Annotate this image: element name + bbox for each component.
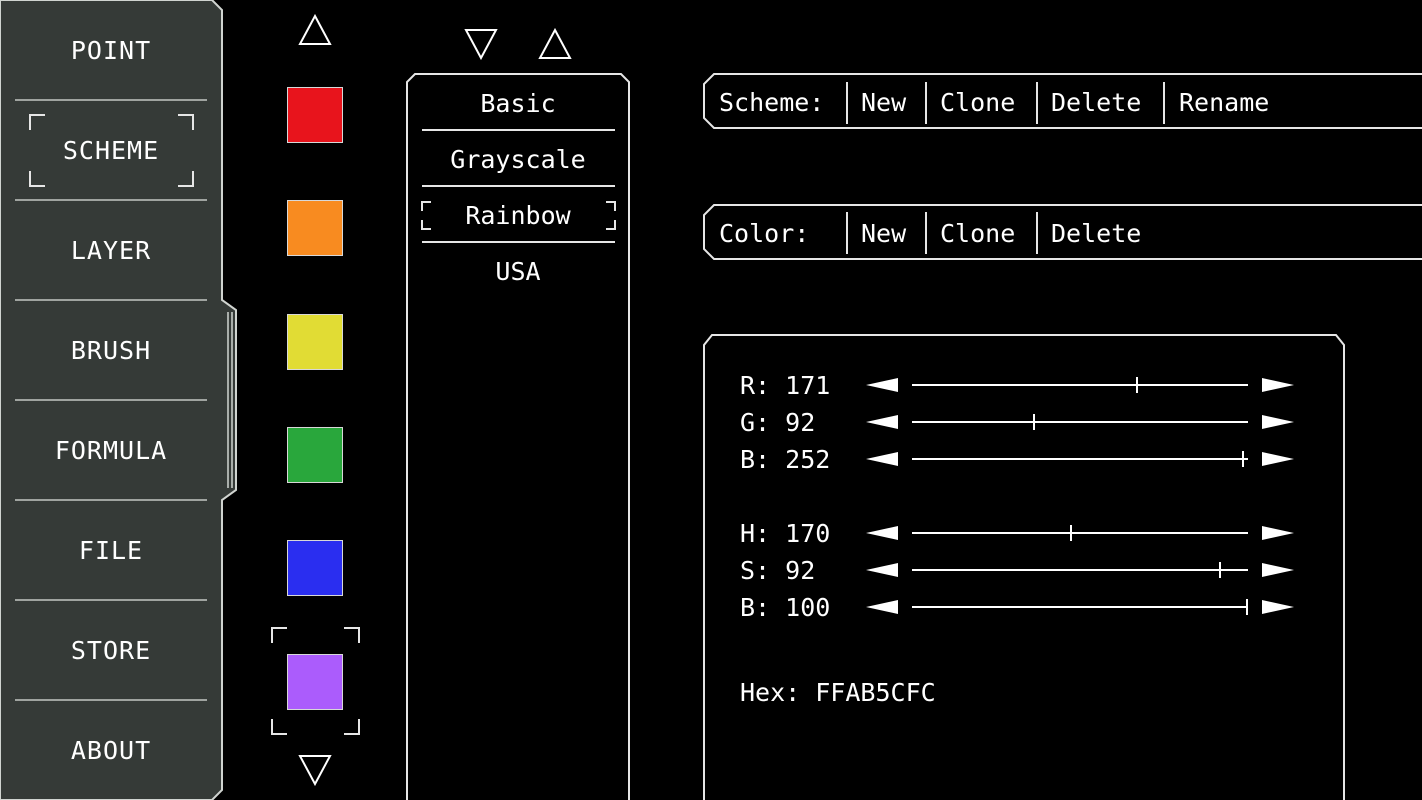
nav-item-layer[interactable]: LAYER <box>0 200 222 300</box>
divider <box>925 212 927 254</box>
selection-bracket <box>421 201 431 211</box>
decrease-arrow-icon[interactable] <box>866 600 898 614</box>
nav-item-brush[interactable]: BRUSH <box>0 300 222 400</box>
hue-slider[interactable] <box>912 525 1248 541</box>
increase-arrow-icon[interactable] <box>1262 452 1294 466</box>
nav-item-label: ABOUT <box>70 735 152 765</box>
hex-value[interactable]: Hex: FFAB5CFC <box>740 678 936 708</box>
saturation-value-label: S: 92 <box>740 556 816 585</box>
scheme-list-item[interactable]: USA <box>408 243 628 299</box>
divider <box>925 82 927 124</box>
red-value-label: R: 171 <box>740 371 831 400</box>
increase-arrow-icon[interactable] <box>1262 526 1294 540</box>
brightness-slider[interactable] <box>912 599 1248 615</box>
selection-bracket <box>344 719 360 735</box>
slider-thumb[interactable] <box>1033 414 1035 430</box>
blue-slider[interactable] <box>912 451 1248 467</box>
nav-item-label: STORE <box>70 635 152 665</box>
divider <box>846 212 848 254</box>
selection-bracket <box>178 114 194 130</box>
selection-bracket <box>271 627 287 643</box>
blue-value-label: B: 252 <box>740 445 831 474</box>
color-swatch-selected[interactable] <box>287 654 343 710</box>
color-swatch[interactable] <box>287 87 343 143</box>
green-slider[interactable] <box>912 414 1248 430</box>
selection-bracket <box>29 171 45 187</box>
green-value-label: G: 92 <box>740 408 816 437</box>
triangle-up-icon[interactable] <box>538 28 572 60</box>
color-swatch[interactable] <box>287 200 343 256</box>
triangle-down-icon[interactable] <box>464 28 498 60</box>
triangle-down-icon[interactable] <box>298 754 332 786</box>
delete-scheme-button[interactable]: Delete <box>1051 88 1141 118</box>
scheme-list-item-label: Grayscale <box>450 144 586 174</box>
divider <box>1163 82 1165 124</box>
color-swatch[interactable] <box>287 540 343 596</box>
scheme-list-item-selected[interactable]: Rainbow <box>408 187 628 243</box>
nav-item-label: SCHEME <box>62 135 160 165</box>
delete-color-button[interactable]: Delete <box>1051 219 1141 249</box>
slider-thumb[interactable] <box>1242 451 1244 467</box>
selection-bracket <box>606 201 616 211</box>
decrease-arrow-icon[interactable] <box>866 415 898 429</box>
slider-thumb[interactable] <box>1246 599 1248 615</box>
selection-bracket <box>344 627 360 643</box>
scheme-toolbar-label: Scheme: <box>719 88 825 117</box>
new-scheme-button[interactable]: New <box>861 88 906 118</box>
color-swatch[interactable] <box>287 314 343 370</box>
decrease-arrow-icon[interactable] <box>866 378 898 392</box>
slider-thumb[interactable] <box>1070 525 1072 541</box>
scheme-list-item[interactable]: Grayscale <box>408 131 628 187</box>
divider <box>1036 212 1038 254</box>
selection-bracket <box>421 220 431 230</box>
red-slider[interactable] <box>912 377 1248 393</box>
triangle-up-icon[interactable] <box>298 14 332 46</box>
nav-item-label: POINT <box>70 35 152 65</box>
saturation-slider[interactable] <box>912 562 1248 578</box>
decrease-arrow-icon[interactable] <box>866 563 898 577</box>
hue-value-label: H: 170 <box>740 519 831 548</box>
nav-item-label: FORMULA <box>54 435 168 465</box>
increase-arrow-icon[interactable] <box>1262 415 1294 429</box>
nav-item-label: BRUSH <box>70 335 152 365</box>
nav-item-label: LAYER <box>70 235 152 265</box>
nav-item-store[interactable]: STORE <box>0 600 222 700</box>
increase-arrow-icon[interactable] <box>1262 378 1294 392</box>
selection-bracket <box>606 220 616 230</box>
nav-item-about[interactable]: ABOUT <box>0 700 222 800</box>
selection-bracket <box>271 719 287 735</box>
scheme-list-item-label: Basic <box>480 88 556 118</box>
nav-item-point[interactable]: POINT <box>0 0 222 100</box>
divider <box>1036 82 1038 124</box>
color-toolbar-label: Color: <box>719 219 810 248</box>
scheme-list-item-label: Rainbow <box>465 200 571 230</box>
divider <box>846 82 848 124</box>
nav-item-formula[interactable]: FORMULA <box>0 400 222 500</box>
decrease-arrow-icon[interactable] <box>866 526 898 540</box>
scheme-list-item[interactable]: Basic <box>408 75 628 131</box>
selection-bracket <box>29 114 45 130</box>
new-color-button[interactable]: New <box>861 219 906 249</box>
slider-thumb[interactable] <box>1219 562 1221 578</box>
selection-bracket <box>178 171 194 187</box>
clone-color-button[interactable]: Clone <box>940 219 1015 249</box>
slider-thumb[interactable] <box>1136 377 1138 393</box>
increase-arrow-icon[interactable] <box>1262 600 1294 614</box>
brightness-value-label: B: 100 <box>740 593 831 622</box>
increase-arrow-icon[interactable] <box>1262 563 1294 577</box>
color-swatch[interactable] <box>287 427 343 483</box>
decrease-arrow-icon[interactable] <box>866 452 898 466</box>
scheme-list-item-label: USA <box>495 256 541 286</box>
nav-item-label: FILE <box>78 535 144 565</box>
rename-scheme-button[interactable]: Rename <box>1179 88 1269 118</box>
nav-item-file[interactable]: FILE <box>0 500 222 600</box>
clone-scheme-button[interactable]: Clone <box>940 88 1015 118</box>
